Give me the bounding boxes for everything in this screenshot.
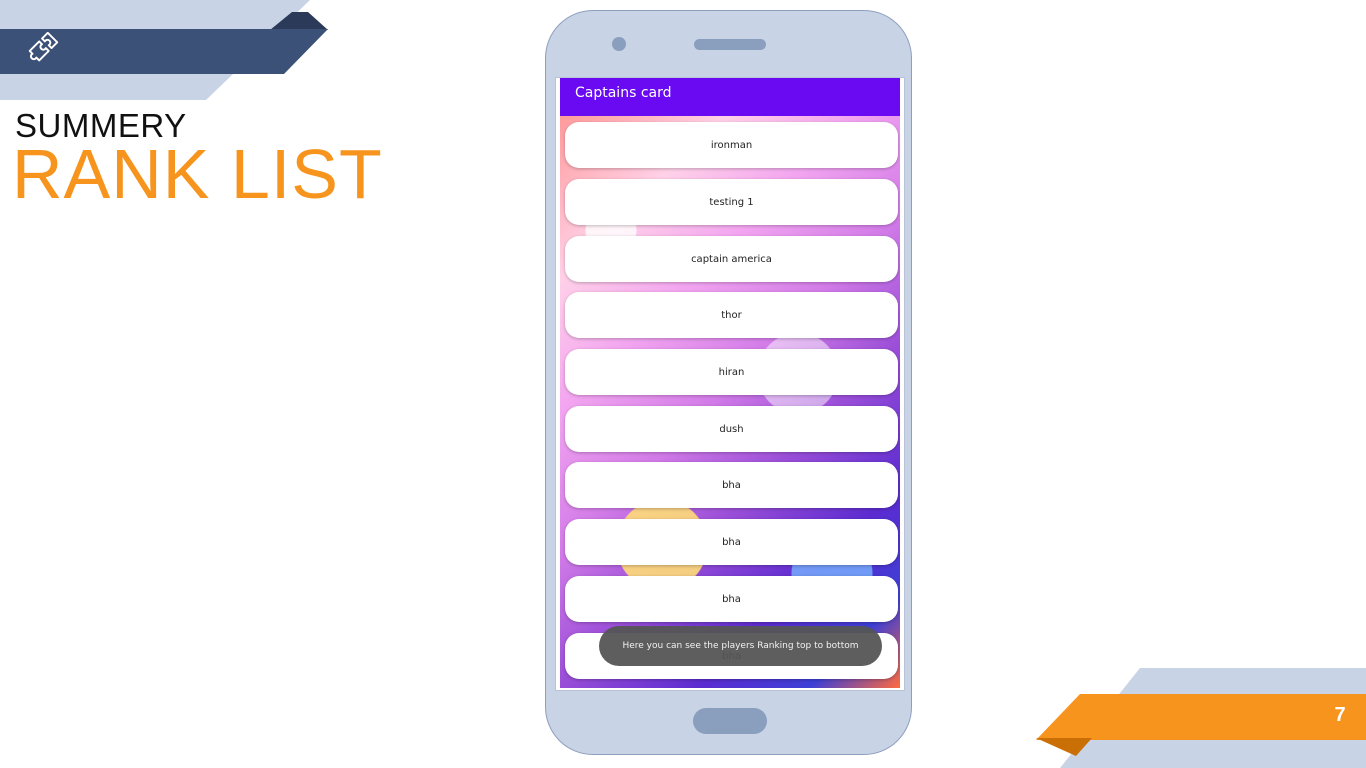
slide-title: RANK LIST bbox=[12, 135, 383, 213]
puzzle-icon bbox=[28, 31, 59, 62]
page-number: 7 bbox=[1334, 704, 1346, 726]
phone-screen: Captains card ironman testing 1 captain … bbox=[555, 77, 905, 691]
rank-card[interactable]: ironman bbox=[565, 122, 898, 168]
phone-camera bbox=[612, 37, 626, 51]
rank-card[interactable]: thor bbox=[565, 292, 898, 338]
phone-mockup: Captains card ironman testing 1 captain … bbox=[545, 10, 912, 755]
toast-message: Here you can see the players Ranking top… bbox=[599, 626, 882, 666]
rank-card[interactable]: bha bbox=[565, 462, 898, 508]
rank-card[interactable]: bha bbox=[565, 519, 898, 565]
rank-card[interactable]: bha bbox=[565, 576, 898, 622]
app-bar: Captains card bbox=[560, 78, 900, 116]
phone-speaker bbox=[694, 39, 766, 50]
rank-card[interactable]: dush bbox=[565, 406, 898, 452]
rank-card[interactable]: hiran bbox=[565, 349, 898, 395]
rank-card[interactable]: testing 1 bbox=[565, 179, 898, 225]
app-title: Captains card bbox=[575, 85, 672, 101]
footer-banner-orange bbox=[1036, 694, 1366, 740]
home-button[interactable] bbox=[693, 708, 767, 734]
rank-card[interactable]: captain america bbox=[565, 236, 898, 282]
